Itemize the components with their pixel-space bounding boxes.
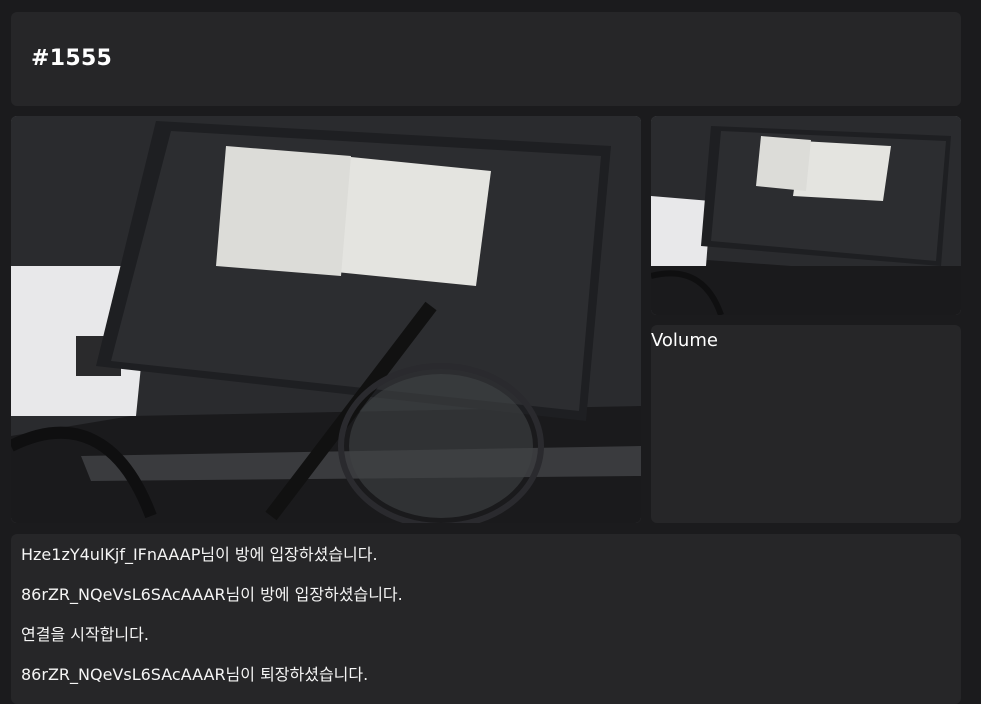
volume-label: Volume <box>651 330 718 351</box>
webcam-main-image <box>11 116 641 523</box>
side-panel: Volume <box>651 325 961 523</box>
log-message: 86rZR_NQeVsL6SAcAAAR님이 퇴장하셨습니다. <box>21 665 369 684</box>
main-video-feed[interactable] <box>11 116 641 523</box>
room-title: #1555 <box>31 46 113 71</box>
webcam-thumb-image <box>651 116 961 315</box>
log-message: 86rZR_NQeVsL6SAcAAAR님이 방에 입장하셨습니다. <box>21 585 403 604</box>
chat-log: Hze1zY4ulKjf_IFnAAAP님이 방에 입장하셨습니다. 86rZR… <box>11 534 961 704</box>
log-message: Hze1zY4ulKjf_IFnAAAP님이 방에 입장하셨습니다. <box>21 545 378 564</box>
room-header: #1555 <box>11 12 961 106</box>
thumbnail-video-feed[interactable] <box>651 116 961 315</box>
log-message: 연결을 시작합니다. <box>21 625 149 644</box>
